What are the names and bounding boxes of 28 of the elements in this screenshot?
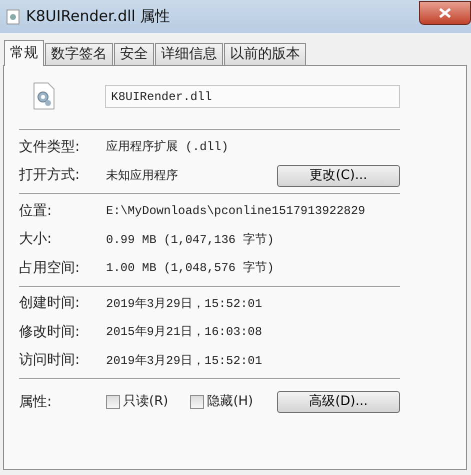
tab[interactable]: 详细信息 [155, 43, 223, 65]
tab[interactable]: 以前的版本 [224, 43, 306, 65]
field-label: 文件类型: [19, 138, 81, 157]
field-value: 应用程序扩展 (.dll) [106, 139, 228, 156]
field-label: 占用空间: [19, 258, 81, 278]
field-value: 0.99 MB (1,047,136 字节) [106, 232, 274, 249]
field-label: 访问时间: [19, 351, 81, 370]
field-value: 未知应用程序 [106, 168, 178, 185]
tab[interactable]: 安全 [114, 43, 154, 65]
field-value: 2015年9月21日，16:03:08 [106, 324, 262, 342]
checkbox-label: 只读(R) [123, 393, 168, 412]
file-name-field[interactable]: K8UIRender.dll [105, 84, 400, 108]
advanced-button[interactable]: 高级(D)... [277, 391, 400, 413]
field-value: 2019年3月29日，15:52:01 [106, 352, 262, 370]
field-label: 属性: [19, 392, 53, 412]
field-value: 2019年3月29日，15:52:01 [106, 296, 262, 313]
field-value: 1.00 MB (1,048,576 字节) [106, 260, 274, 278]
window-title: K8UIRender.dll 属性 [26, 6, 170, 28]
field-label: 创建时间: [19, 294, 81, 314]
field-label: 打开方式: [19, 166, 81, 186]
checkbox-label: 隐藏(H) [207, 393, 254, 412]
field-label: 位置: [19, 202, 53, 221]
field-value: E:\MyDownloads\pconline1517913922829 [106, 203, 366, 220]
tab[interactable]: 数字签名 [45, 43, 113, 65]
tab[interactable]: 常规 [4, 40, 44, 66]
field-label: 大小: [19, 230, 53, 250]
field-label: 修改时间: [19, 322, 81, 342]
change-button[interactable]: 更改(C)... [277, 164, 400, 187]
